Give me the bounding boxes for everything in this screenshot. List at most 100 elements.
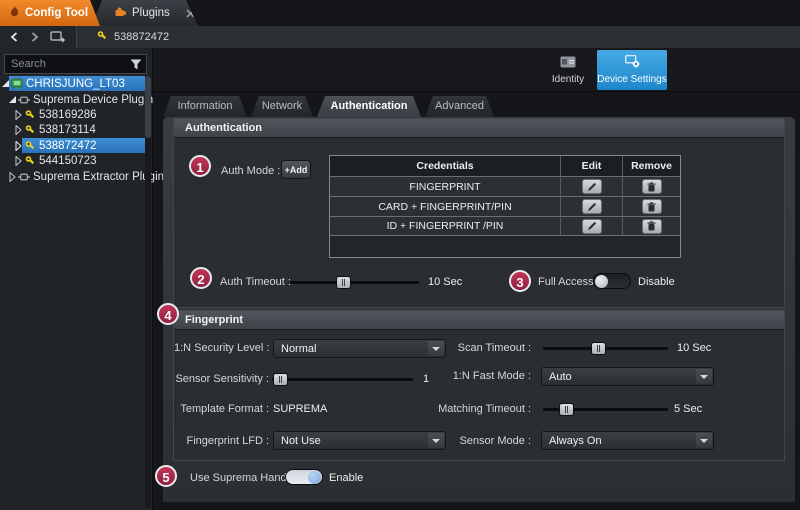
auth-timeout-label: Auth Timeout :	[220, 275, 291, 289]
use-suprema-handler-toggle[interactable]	[285, 469, 323, 485]
column-header-credentials: Credentials	[330, 156, 560, 176]
matching-timeout-value: 5 Sec	[674, 402, 702, 416]
fingerprint-lfd-dropdown[interactable]: Not Use	[273, 431, 446, 450]
credential-value: ID + FINGERPRINT /PIN	[330, 217, 560, 235]
sidebar-item-538872472-selected[interactable]: 538872472	[0, 138, 153, 153]
sensor-sensitivity-label: Sensor Sensitivity :	[174, 372, 269, 386]
tree-item-label: 538169286	[39, 109, 97, 121]
device-icon	[24, 155, 36, 167]
config-tool-icon	[9, 6, 20, 21]
tab-label: Network	[262, 100, 302, 112]
sidebar-item-544150723[interactable]: 544150723	[0, 153, 153, 168]
template-format-value: SUPREMA	[273, 402, 327, 416]
fingerprint-lfd-value: Not Use	[281, 435, 321, 447]
edit-button[interactable]	[582, 199, 602, 214]
add-auth-mode-button[interactable]: +Add	[281, 160, 311, 179]
host-icon	[11, 78, 23, 90]
annotation-badge-5: 5	[155, 465, 177, 487]
sidebar-item-538169286[interactable]: 538169286	[0, 107, 153, 122]
device-icon	[97, 30, 107, 44]
slider-handle[interactable]	[591, 342, 606, 355]
section-header: Authentication	[174, 119, 784, 138]
toggle-knob[interactable]	[595, 275, 608, 288]
table-row[interactable]: CARD + FINGERPRINT/PIN	[330, 196, 680, 216]
tab-label: Config Tool	[25, 7, 88, 19]
device-icon	[24, 140, 36, 152]
scan-timeout-slider	[543, 342, 668, 355]
remove-button[interactable]	[642, 179, 662, 194]
fingerprint-group: Fingerprint 1:N Security Level : Normal …	[173, 310, 785, 461]
sensor-mode-value: Always On	[549, 435, 602, 447]
table-row[interactable]: ID + FINGERPRINT /PIN	[330, 216, 680, 236]
scrollbar-thumb[interactable]	[145, 76, 151, 138]
fast-mode-dropdown[interactable]: Auto	[541, 367, 714, 386]
full-access-state: Disable	[638, 275, 675, 289]
fast-mode-value: Auto	[549, 371, 572, 383]
application-window: Config Tool Plugins 538872472	[0, 0, 800, 510]
device-tree-sidebar: CHRISJUNG_LT03 Suprema Device Plugin	[0, 48, 153, 510]
remove-button[interactable]	[642, 219, 662, 234]
detach-window-icon[interactable]	[50, 29, 66, 45]
tree-item-label: Suprema Device Plugin	[33, 94, 153, 106]
fingerprint-lfd-label: Fingerprint LFD :	[174, 434, 269, 448]
scan-timeout-label: Scan Timeout :	[427, 341, 531, 355]
device-settings-icon	[625, 55, 640, 71]
tab-label: Authentication	[331, 100, 408, 112]
matching-timeout-label: Matching Timeout :	[427, 402, 531, 416]
tree-item-label: 544150723	[39, 155, 97, 167]
slider-track[interactable]	[290, 281, 419, 284]
edit-button[interactable]	[582, 219, 602, 234]
scan-timeout-value: 10 Sec	[677, 341, 711, 355]
auth-timeout-value: 10 Sec	[428, 275, 462, 289]
table-row[interactable]: FINGERPRINT	[330, 176, 680, 196]
device-settings-label: Device Settings	[597, 74, 666, 85]
tab-label: Information	[177, 100, 232, 112]
slider-handle[interactable]	[559, 403, 574, 416]
tab-authentication[interactable]: Authentication	[317, 96, 421, 117]
close-icon[interactable]	[186, 9, 195, 18]
fast-mode-label: 1:N Fast Mode :	[427, 369, 531, 383]
security-level-dropdown[interactable]: Normal	[273, 339, 446, 358]
annotation-badge-3: 3	[509, 270, 531, 292]
remove-button[interactable]	[642, 199, 662, 214]
filter-icon[interactable]	[130, 59, 142, 73]
device-breadcrumb-tab[interactable]: 538872472	[76, 26, 800, 48]
sidebar-item-suprema-extractor-plugin[interactable]: Suprema Extractor Plugin	[0, 169, 153, 184]
slider-track[interactable]	[272, 378, 413, 381]
authentication-group: Authentication Auth Mode : +Add Credenti…	[173, 118, 785, 308]
tree-item-label: 538173114	[39, 124, 96, 136]
tab-plugins[interactable]: Plugins	[92, 0, 198, 26]
identity-card-icon	[560, 56, 576, 71]
device-tab-label: 538872472	[114, 31, 169, 43]
sidebar-item-suprema-device-plugin[interactable]: Suprema Device Plugin	[0, 92, 153, 107]
sensor-sensitivity-slider	[272, 373, 413, 386]
tab-advanced[interactable]: Advanced	[425, 96, 494, 117]
matching-timeout-slider	[543, 403, 668, 416]
tab-config-tool[interactable]: Config Tool	[0, 0, 100, 26]
tab-network[interactable]: Network	[251, 96, 313, 117]
auth-timeout-slider	[290, 276, 419, 289]
sidebar-item-538173114[interactable]: 538173114	[0, 122, 153, 137]
puzzle-icon	[114, 6, 126, 20]
identity-label: Identity	[552, 74, 584, 85]
back-button[interactable]	[6, 29, 22, 45]
identity-button[interactable]: Identity	[540, 52, 596, 89]
sidebar-scrollbar[interactable]	[145, 76, 151, 508]
settings-tab-strip: Information Network Authentication Advan…	[163, 96, 494, 117]
tab-information[interactable]: Information	[163, 96, 247, 117]
tab-label: Advanced	[435, 100, 484, 112]
edit-button[interactable]	[582, 179, 602, 194]
credential-value: CARD + FINGERPRINT/PIN	[330, 197, 560, 216]
full-access-toggle[interactable]	[593, 273, 631, 289]
device-settings-button[interactable]: Device Settings	[597, 50, 667, 90]
chevron-down-icon	[696, 433, 712, 448]
table-header-row: Credentials Edit Remove	[330, 156, 680, 176]
slider-handle[interactable]	[336, 276, 351, 289]
sensor-mode-dropdown[interactable]: Always On	[541, 431, 714, 450]
toggle-knob[interactable]	[308, 471, 321, 484]
sidebar-item-chrisjung-lt03[interactable]: CHRISJUNG_LT03	[0, 76, 153, 91]
device-icon	[24, 124, 36, 136]
slider-handle[interactable]	[273, 373, 288, 386]
forward-button[interactable]	[27, 29, 43, 45]
search-input[interactable]	[5, 55, 146, 73]
